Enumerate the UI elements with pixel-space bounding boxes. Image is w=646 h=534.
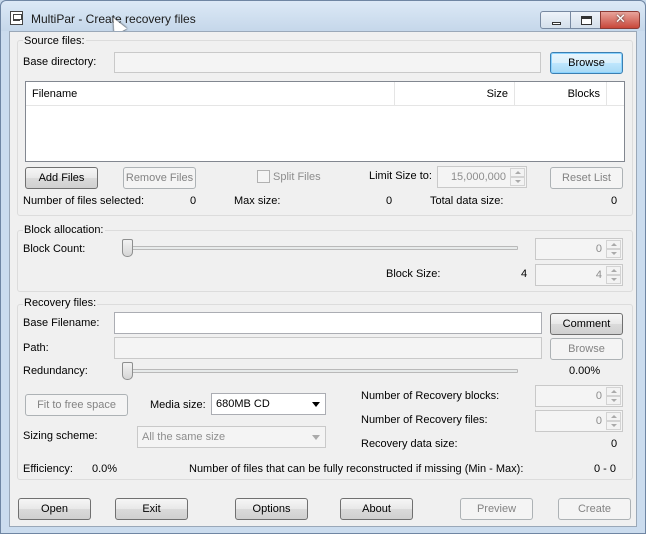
efficiency-value: 0.0% bbox=[92, 463, 118, 475]
remove-files-button[interactable]: Remove Files bbox=[123, 167, 196, 189]
column-size[interactable]: Size bbox=[395, 82, 515, 106]
block-allocation-group-label: Block allocation: bbox=[23, 224, 105, 236]
recovery-files-group-label: Recovery files: bbox=[23, 297, 98, 309]
reconstruct-label: Number of files that can be fully recons… bbox=[189, 463, 524, 475]
close-icon: ✕ bbox=[615, 12, 626, 27]
dialog-client-area: Source files: Base directory: Browse Fil… bbox=[9, 31, 637, 527]
recovery-files-count-label: Number of Recovery files: bbox=[361, 414, 488, 426]
list-header: Filename Size Blocks bbox=[26, 82, 624, 106]
main-window: MultiPar - Create recovery files ✕ Sourc… bbox=[0, 0, 646, 534]
block-size-text: 4 bbox=[521, 268, 528, 280]
base-filename-label: Base Filename: bbox=[23, 317, 100, 329]
limit-size-label: Limit Size to: bbox=[369, 170, 432, 182]
limit-size-stepper[interactable]: 15,000,000 bbox=[437, 166, 527, 188]
block-count-label: Block Count: bbox=[23, 243, 86, 255]
recovery-files-stepper[interactable]: 0 bbox=[535, 410, 623, 432]
block-size-label: Block Size: bbox=[386, 268, 441, 280]
minimize-button[interactable] bbox=[540, 11, 571, 29]
block-count-down-arrow-icon[interactable] bbox=[606, 249, 621, 258]
minimize-icon bbox=[552, 22, 561, 25]
reconstruct-value: 0 - 0 bbox=[594, 463, 617, 475]
media-size-select[interactable]: 680MB CD bbox=[211, 393, 326, 415]
browse-button[interactable]: Browse bbox=[550, 52, 623, 74]
base-directory-field[interactable] bbox=[114, 52, 541, 73]
num-files-selected-label: Number of files selected: bbox=[23, 195, 145, 207]
recovery-files-down-arrow-icon[interactable] bbox=[606, 421, 621, 430]
path-label: Path: bbox=[23, 342, 49, 354]
media-size-dropdown-arrow-icon bbox=[312, 402, 320, 407]
source-files-group-label: Source files: bbox=[23, 35, 86, 47]
exit-button[interactable]: Exit bbox=[115, 498, 188, 520]
split-files-checkbox[interactable] bbox=[257, 170, 270, 183]
base-filename-input[interactable] bbox=[114, 312, 542, 334]
base-directory-label: Base directory: bbox=[23, 56, 97, 68]
column-filename[interactable]: Filename bbox=[26, 82, 395, 106]
limit-size-down-arrow-icon[interactable] bbox=[510, 177, 525, 186]
sizing-scheme-dropdown-arrow-icon bbox=[312, 435, 320, 440]
max-size-value: 0 bbox=[386, 195, 393, 207]
redundancy-slider-thumb[interactable] bbox=[122, 362, 133, 380]
recovery-data-size-label: Recovery data size: bbox=[361, 438, 458, 450]
efficiency-label: Efficiency: bbox=[23, 463, 73, 475]
source-files-list[interactable]: Filename Size Blocks bbox=[25, 81, 625, 162]
block-count-stepper[interactable]: 0 bbox=[535, 238, 623, 260]
sizing-scheme-select[interactable]: All the same size bbox=[137, 426, 326, 448]
block-count-up-arrow-icon[interactable] bbox=[606, 240, 621, 249]
recovery-data-size-value: 0 bbox=[611, 438, 618, 450]
recovery-files-up-arrow-icon[interactable] bbox=[606, 412, 621, 421]
reset-list-button[interactable]: Reset List bbox=[550, 167, 623, 189]
redundancy-label: Redundancy: bbox=[23, 365, 88, 377]
path-field[interactable] bbox=[114, 337, 542, 359]
recovery-blocks-label: Number of Recovery blocks: bbox=[361, 390, 500, 402]
about-button[interactable]: About bbox=[340, 498, 413, 520]
block-count-slider-track[interactable] bbox=[126, 246, 518, 250]
path-browse-button[interactable]: Browse bbox=[550, 338, 623, 360]
num-files-selected-value: 0 bbox=[190, 195, 197, 207]
total-data-size-label: Total data size: bbox=[430, 195, 504, 207]
fit-to-free-space-button[interactable]: Fit to free space bbox=[25, 394, 128, 416]
create-button[interactable]: Create bbox=[558, 498, 631, 520]
open-button[interactable]: Open bbox=[18, 498, 91, 520]
limit-size-up-arrow-icon[interactable] bbox=[510, 168, 525, 177]
block-size-up-arrow-icon[interactable] bbox=[606, 266, 621, 275]
column-blocks[interactable]: Blocks bbox=[515, 82, 607, 106]
max-size-label: Max size: bbox=[234, 195, 281, 207]
preview-button[interactable]: Preview bbox=[460, 498, 533, 520]
recovery-blocks-up-arrow-icon[interactable] bbox=[606, 387, 621, 396]
total-data-size-value: 0 bbox=[611, 195, 618, 207]
close-button[interactable]: ✕ bbox=[600, 11, 640, 29]
maximize-button[interactable] bbox=[570, 11, 601, 29]
recovery-blocks-down-arrow-icon[interactable] bbox=[606, 396, 621, 405]
split-files-label: Split Files bbox=[273, 171, 321, 183]
app-icon[interactable] bbox=[10, 11, 23, 25]
block-count-slider-thumb[interactable] bbox=[122, 239, 133, 257]
redundancy-value: 0.00% bbox=[569, 365, 601, 377]
block-size-down-arrow-icon[interactable] bbox=[606, 275, 621, 284]
comment-button[interactable]: Comment bbox=[550, 313, 623, 335]
media-size-label: Media size: bbox=[150, 399, 206, 411]
add-files-button[interactable]: Add Files bbox=[25, 167, 98, 189]
sizing-scheme-label: Sizing scheme: bbox=[23, 430, 98, 442]
block-size-stepper[interactable]: 4 bbox=[535, 264, 623, 286]
maximize-icon bbox=[581, 16, 592, 25]
options-button[interactable]: Options bbox=[235, 498, 308, 520]
title-bar[interactable]: MultiPar - Create recovery files ✕ bbox=[1, 1, 645, 36]
redundancy-slider-track[interactable] bbox=[126, 369, 518, 373]
recovery-blocks-stepper[interactable]: 0 bbox=[535, 385, 623, 407]
